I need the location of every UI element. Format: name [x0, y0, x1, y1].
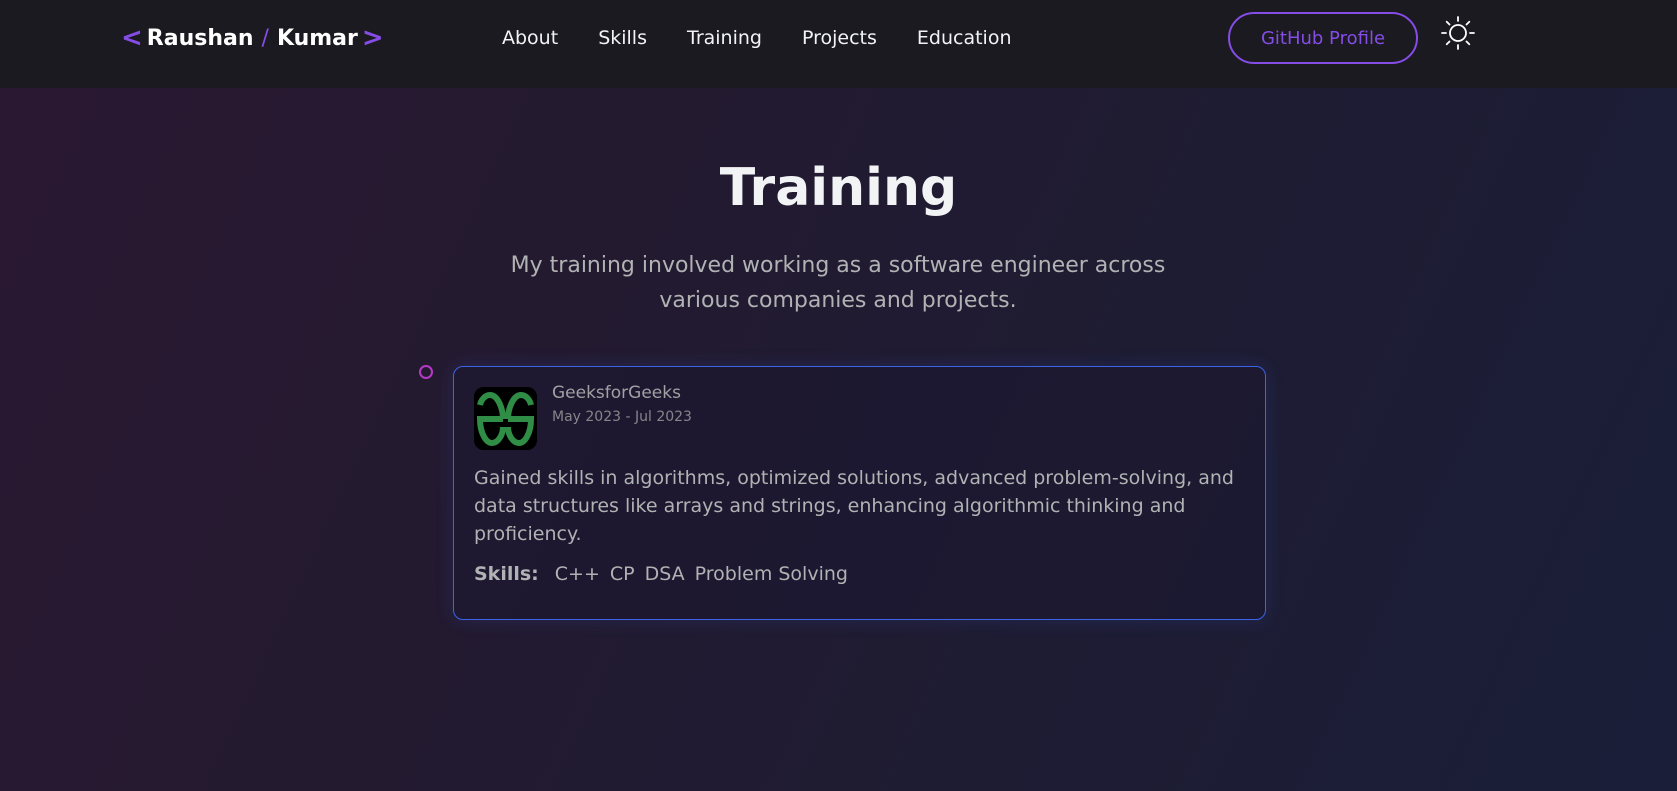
- nav-links: About Skills Training Projects Education: [502, 24, 1011, 52]
- nav-link-training[interactable]: Training: [687, 27, 762, 49]
- theme-toggle-button[interactable]: [1440, 15, 1476, 51]
- skill-tag: C++: [554, 563, 600, 585]
- logo-first-name: Raushan: [146, 25, 254, 51]
- skill-tag: Problem Solving: [694, 563, 848, 585]
- github-profile-button[interactable]: GitHub Profile: [1228, 12, 1418, 64]
- skills-row: Skills: C++ CP DSA Problem Solving: [474, 563, 858, 585]
- skill-tag: CP: [609, 563, 635, 585]
- section-title: Training: [719, 158, 958, 218]
- timeline-dot: [419, 365, 433, 379]
- training-description: Gained skills in algorithms, optimized s…: [474, 467, 1234, 545]
- site-logo[interactable]: < Raushan / Kumar >: [121, 23, 384, 53]
- chevron-left-icon: <: [121, 23, 143, 53]
- skills-label: Skills:: [474, 563, 539, 585]
- chevron-right-icon: >: [361, 23, 384, 53]
- training-date: May 2023 - Jul 2023: [552, 409, 692, 425]
- sun-icon: [1441, 16, 1475, 50]
- section-subtitle: My training involved working as a softwa…: [510, 253, 1166, 313]
- nav-link-skills[interactable]: Skills: [598, 27, 647, 49]
- logo-last-name: Kumar: [276, 25, 358, 51]
- nav-link-education[interactable]: Education: [917, 27, 1012, 49]
- training-card: GeeksforGeeks May 2023 - Jul 2023 Gained…: [453, 366, 1266, 620]
- skill-tag: DSA: [644, 563, 685, 585]
- navbar: < Raushan / Kumar > About Skills Trainin…: [0, 0, 1677, 88]
- company-name: GeeksforGeeks: [552, 383, 681, 403]
- nav-link-about[interactable]: About: [502, 27, 558, 49]
- nav-link-projects[interactable]: Projects: [802, 27, 877, 49]
- logo-slash: /: [261, 25, 269, 51]
- geeksforgeeks-logo: [474, 387, 537, 450]
